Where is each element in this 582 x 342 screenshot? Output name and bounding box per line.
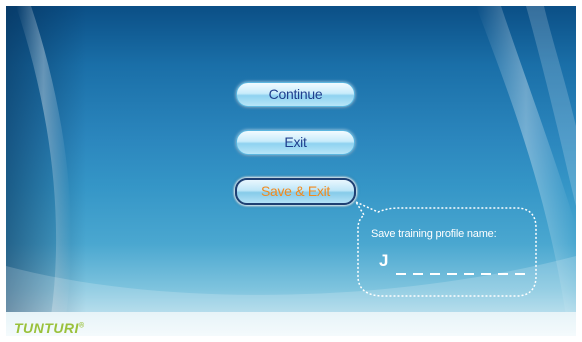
save-prompt-title: Save training profile name: — [371, 228, 497, 240]
save-prompt-bubble — [354, 200, 537, 297]
profile-name-entered-char[interactable]: J — [379, 251, 388, 271]
tunturi-logo: TUNTURI® — [14, 320, 85, 336]
exit-menu-screen: Continue Exit Save & Exit Save training … — [6, 6, 576, 336]
profile-name-slots — [396, 273, 531, 275]
footer-bar — [6, 312, 576, 336]
